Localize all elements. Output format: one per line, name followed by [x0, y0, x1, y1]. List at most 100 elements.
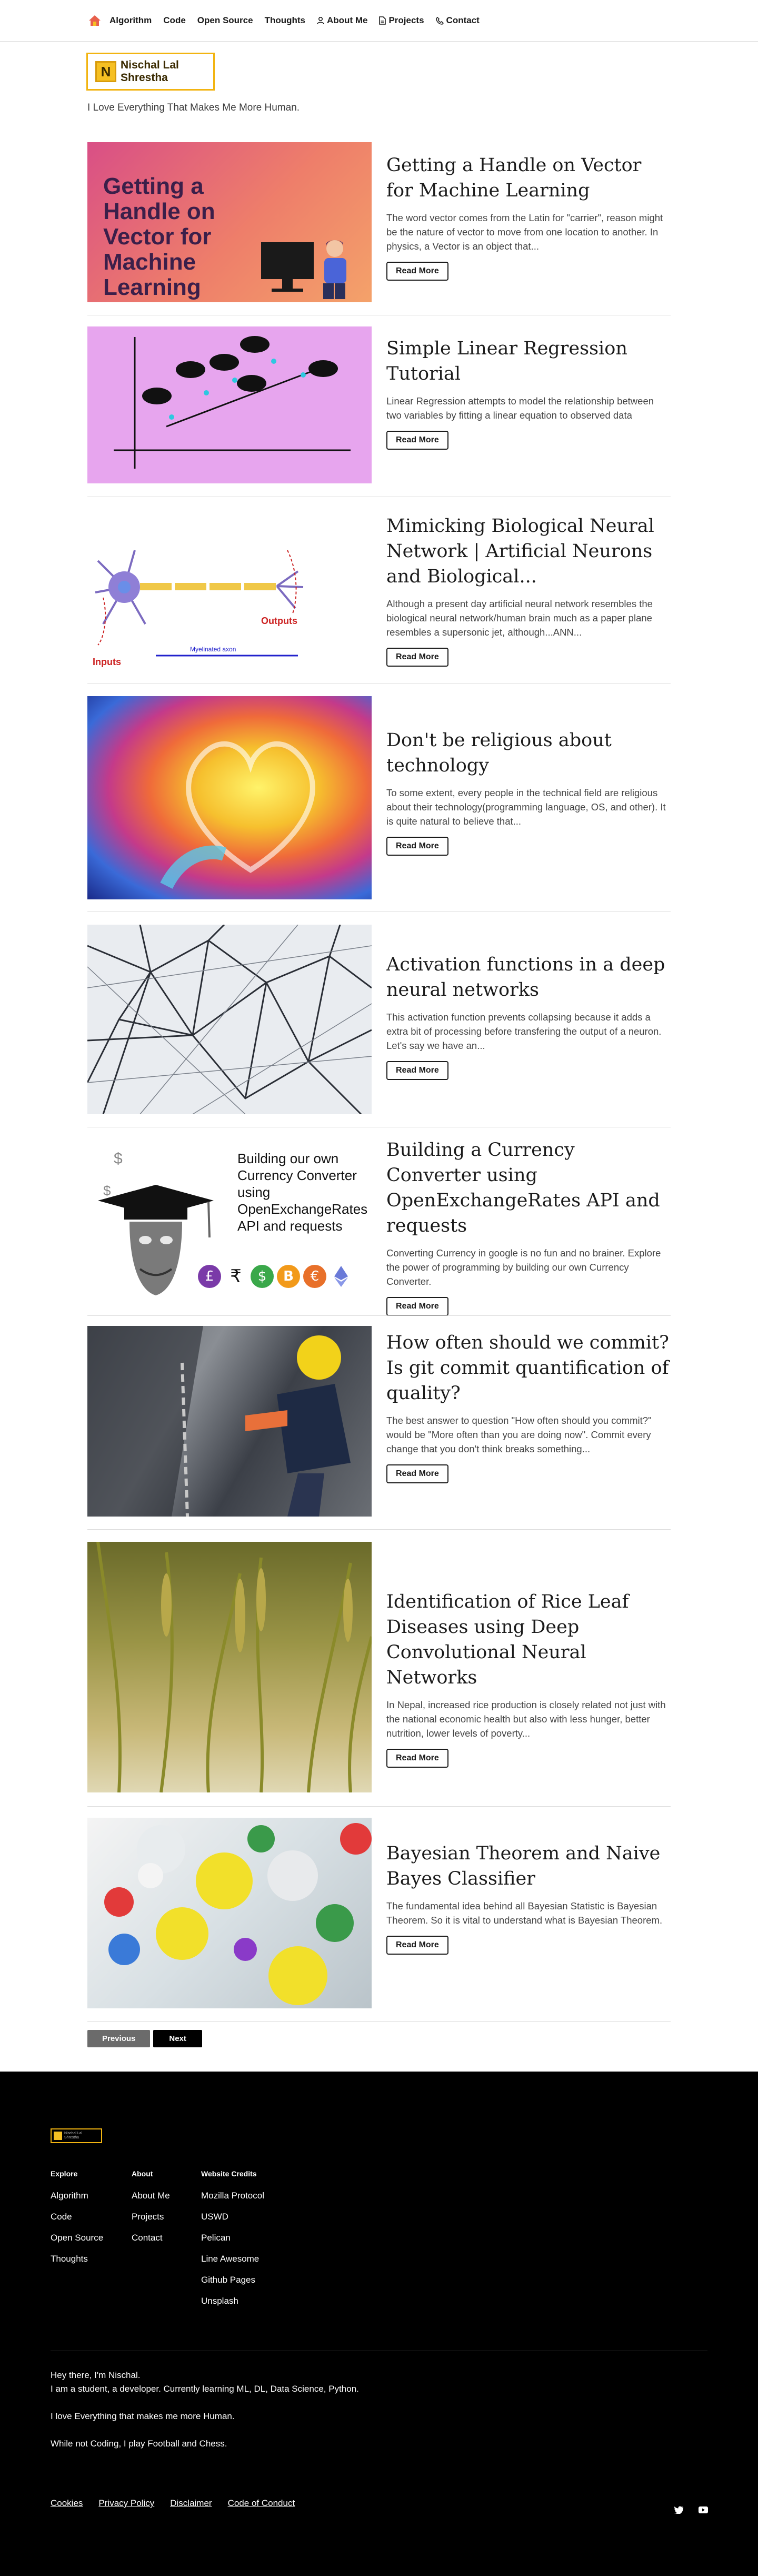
- inputs-label: Inputs: [93, 657, 121, 667]
- footer-link[interactable]: Code: [51, 2206, 103, 2227]
- dollar-coin-icon: $: [251, 1265, 274, 1288]
- footer-logo-line-1: Nischal Lal: [64, 2132, 83, 2135]
- post-title[interactable]: Mimicking Biological Neural Network | Ar…: [386, 513, 671, 589]
- post-divider: [87, 2021, 671, 2022]
- footer-link[interactable]: About Me: [132, 2185, 170, 2206]
- footer-link[interactable]: Unsplash: [201, 2291, 264, 2312]
- post-title[interactable]: Building a Currency Converter using Open…: [386, 1137, 671, 1239]
- footer-link[interactable]: Line Awesome: [201, 2248, 264, 2270]
- nav-projects[interactable]: Projects: [379, 15, 424, 26]
- footer-link[interactable]: Github Pages: [201, 2270, 264, 2291]
- site-footer: Nischal Lal Shrestha Explore Algorithm C…: [0, 2072, 758, 2576]
- network-structure-photo: [87, 925, 372, 1114]
- next-page-button[interactable]: Next: [153, 2030, 202, 2047]
- cookies-link[interactable]: Cookies: [51, 2498, 83, 2509]
- post-card: Simple Linear Regression Tutorial Linear…: [87, 326, 671, 486]
- footer-logo-mark: [54, 2132, 62, 2140]
- post-thumbnail[interactable]: Getting a Handle on Vector for Machine L…: [87, 142, 372, 302]
- logo-line-2: Shrestha: [121, 72, 168, 84]
- footer-logo-text: Nischal Lal Shrestha: [64, 2132, 82, 2140]
- nav-open-source[interactable]: Open Source: [197, 15, 253, 26]
- home-icon[interactable]: [87, 14, 102, 27]
- footer-link[interactable]: Pelican: [201, 2227, 264, 2248]
- post-card: $ $ Building our own Currency Converter …: [87, 1137, 671, 1316]
- post-card: Inputs Outputs Myelinated axon Mimicking…: [87, 513, 671, 682]
- footer-logo-line-2: Shrestha: [64, 2136, 79, 2139]
- nav-code[interactable]: Code: [163, 15, 186, 26]
- footer-column-credits: Website Credits Mozilla Protocol USWD Pe…: [201, 2169, 264, 2312]
- read-more-button[interactable]: Read More: [386, 262, 448, 281]
- footer-column-heading: Explore: [51, 2169, 78, 2178]
- footer-link[interactable]: Thoughts: [51, 2248, 103, 2270]
- read-more-button[interactable]: Read More: [386, 1749, 448, 1768]
- nav-contact-label: Contact: [446, 15, 480, 25]
- axon-label: Myelinated axon: [190, 646, 236, 653]
- read-more-button[interactable]: Read More: [386, 648, 448, 667]
- read-more-button[interactable]: Read More: [386, 1936, 448, 1955]
- nav-thoughts[interactable]: Thoughts: [265, 15, 305, 26]
- footer-link[interactable]: Projects: [132, 2206, 170, 2227]
- privacy-policy-link[interactable]: Privacy Policy: [98, 2498, 154, 2509]
- post-excerpt: Linear Regression attempts to model the …: [386, 395, 654, 421]
- footer-logo[interactable]: Nischal Lal Shrestha: [51, 2128, 102, 2143]
- footer-about-line: I am a student, a developer. Currently l…: [51, 2384, 359, 2394]
- post-thumbnail[interactable]: [87, 1542, 372, 1792]
- post-thumbnail[interactable]: [87, 1818, 372, 2008]
- post-thumbnail[interactable]: [87, 326, 372, 483]
- footer-link[interactable]: Mozilla Protocol: [201, 2185, 264, 2206]
- footer-link[interactable]: Contact: [132, 2227, 170, 2248]
- post-card: Bayesian Theorem and Naive Bayes Classif…: [87, 1818, 671, 2009]
- pound-icon: £: [198, 1265, 221, 1288]
- outputs-label: Outputs: [261, 616, 297, 626]
- read-more-button[interactable]: Read More: [386, 431, 448, 450]
- pagination: Previous Next: [87, 2030, 205, 2047]
- footer-link[interactable]: USWD: [201, 2206, 264, 2227]
- climber-photo: [87, 1326, 351, 1517]
- post-thumbnail[interactable]: [87, 1326, 372, 1517]
- read-more-button[interactable]: Read More: [386, 1061, 448, 1080]
- youtube-icon[interactable]: [698, 2504, 709, 2515]
- nav-about-me[interactable]: About Me: [317, 15, 367, 26]
- euro-icon: €: [303, 1265, 326, 1288]
- footer-column-about: About About Me Projects Contact: [132, 2169, 170, 2248]
- post-card: Getting a Handle on Vector for Machine L…: [87, 142, 671, 304]
- site-logo[interactable]: N Nischal Lal Shrestha: [86, 53, 215, 91]
- dollar-icon: $: [114, 1150, 123, 1167]
- read-more-button[interactable]: Read More: [386, 1297, 448, 1316]
- post-title[interactable]: How often should we commit? Is git commi…: [386, 1330, 671, 1406]
- footer-about: Hey there, I'm Nischal. I am a student, …: [51, 2369, 359, 2451]
- post-excerpt: The fundamental idea behind all Bayesian…: [386, 1900, 663, 1926]
- logo-text: Nischal Lal Shrestha: [121, 59, 179, 84]
- disclaimer-link[interactable]: Disclaimer: [170, 2498, 212, 2509]
- neuron-diagram-illustration: Inputs Outputs Myelinated axon: [93, 550, 304, 667]
- abstract-heart-painting: [160, 741, 315, 889]
- nav-projects-label: Projects: [388, 15, 424, 25]
- read-more-button[interactable]: Read More: [386, 837, 448, 856]
- previous-page-button[interactable]: Previous: [87, 2030, 151, 2047]
- nav-contact[interactable]: Contact: [435, 15, 480, 26]
- post-thumbnail[interactable]: [87, 696, 372, 899]
- twitter-icon[interactable]: [674, 2504, 684, 2515]
- footer-link[interactable]: Algorithm: [51, 2185, 103, 2206]
- ethereum-icon: [330, 1265, 353, 1288]
- code-of-conduct-link[interactable]: Code of Conduct: [228, 2498, 295, 2509]
- post-excerpt: This activation function prevents collap…: [386, 1012, 662, 1051]
- post-title[interactable]: Activation functions in a deep neural ne…: [386, 952, 671, 1003]
- nav-algorithm[interactable]: Algorithm: [109, 15, 152, 26]
- file-icon: [379, 16, 386, 25]
- footer-about-line: While not Coding, I play Football and Ch…: [51, 2439, 227, 2449]
- top-navigation: Algorithm Code Open Source Thoughts Abou…: [0, 0, 758, 42]
- post-excerpt: In Nepal, increased rice production is c…: [386, 1699, 666, 1739]
- post-thumbnail[interactable]: [87, 925, 372, 1114]
- post-title[interactable]: Getting a Handle on Vector for Machine L…: [386, 153, 671, 203]
- post-title[interactable]: Simple Linear Regression Tutorial: [386, 336, 671, 387]
- post-thumbnail[interactable]: $ $ Building our own Currency Converter …: [87, 1143, 372, 1301]
- user-icon: [317, 16, 324, 24]
- post-thumbnail[interactable]: Inputs Outputs Myelinated axon: [87, 519, 372, 677]
- post-title[interactable]: Don't be religious about technology: [386, 728, 671, 778]
- post-divider: [87, 1529, 671, 1530]
- read-more-button[interactable]: Read More: [386, 1464, 448, 1483]
- post-title[interactable]: Bayesian Theorem and Naive Bayes Classif…: [386, 1841, 671, 1891]
- post-title[interactable]: Identification of Rice Leaf Diseases usi…: [386, 1589, 671, 1690]
- footer-link[interactable]: Open Source: [51, 2227, 103, 2248]
